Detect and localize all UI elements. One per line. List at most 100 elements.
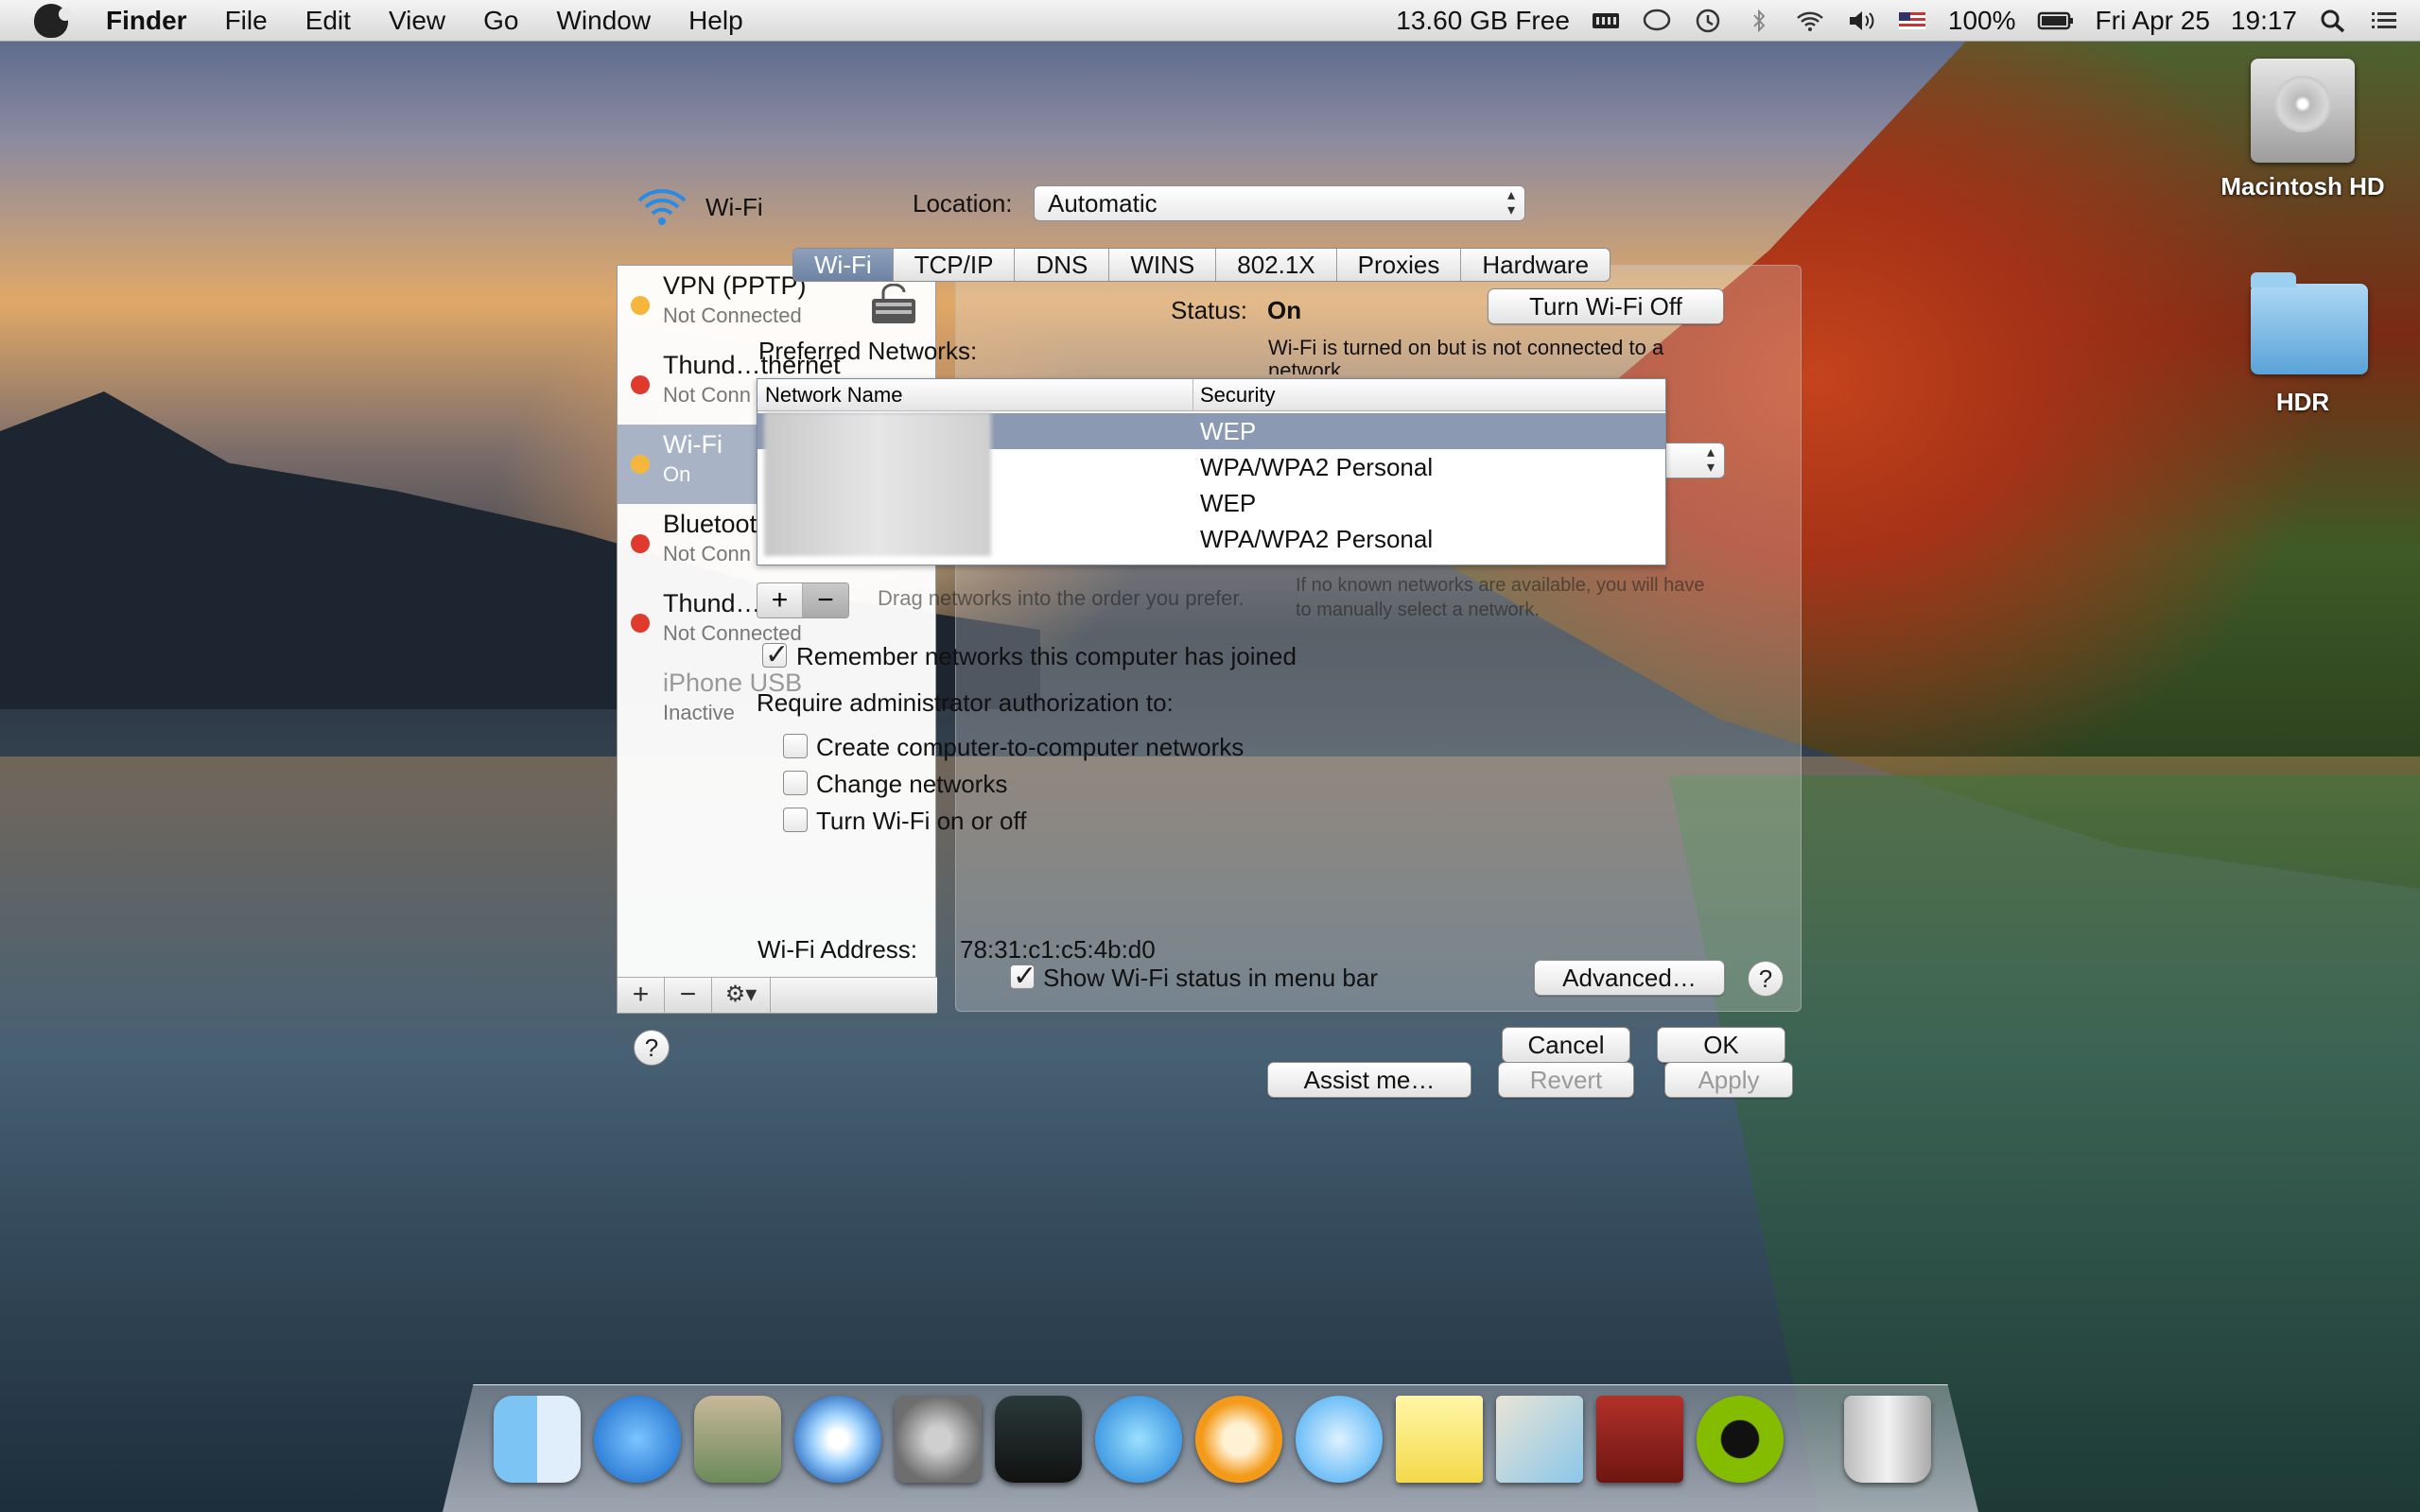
maps-icon[interactable] — [1496, 1396, 1583, 1483]
tab-dns[interactable]: DNS — [1015, 249, 1110, 281]
location-popup[interactable]: Automatic ▴ ▾ — [1034, 185, 1525, 221]
gear-icon[interactable]: ⚙▾ — [712, 978, 771, 1014]
wifi-status-icon[interactable] — [1795, 9, 1825, 33]
messages-status-icon[interactable] — [1642, 9, 1672, 33]
tab-bar: Wi-Fi TCP/IP DNS WINS 802.1X Proxies Har… — [792, 248, 1611, 282]
service-state: Inactive — [663, 701, 735, 724]
spotlight-icon[interactable] — [2318, 9, 2348, 33]
service-name: Thund… — [663, 589, 761, 617]
popup-arrows-icon: ▴ ▾ — [1706, 444, 1715, 476]
assist-me-button[interactable]: Assist me… — [1267, 1062, 1471, 1098]
change-networks-checkbox[interactable] — [783, 771, 808, 795]
menu-view[interactable]: View — [370, 6, 464, 36]
remove-network-button[interactable]: − — [803, 583, 848, 617]
service-title: Wi-Fi — [705, 193, 763, 221]
bluetooth-icon[interactable] — [1744, 9, 1774, 33]
create-networks-label: Create computer-to-computer networks — [816, 733, 1245, 761]
show-wifi-status-checkbox[interactable] — [1010, 960, 1036, 993]
service-state: Not Conn — [663, 383, 751, 407]
service-name: VPN (PPTP) — [663, 271, 807, 300]
ok-button[interactable]: OK — [1657, 1027, 1785, 1063]
itunes-icon[interactable] — [1095, 1396, 1182, 1483]
status-dot-icon — [631, 296, 650, 315]
menu-help[interactable]: Help — [670, 6, 762, 36]
add-network-button[interactable]: + — [757, 583, 803, 617]
show-wifi-status-label: Show Wi-Fi status in menu bar — [1043, 964, 1379, 992]
stickies-icon[interactable] — [1396, 1396, 1483, 1483]
service-state: On — [663, 462, 691, 486]
status-value: On — [1267, 296, 1302, 324]
turn-wifi-off-button[interactable]: Turn Wi-Fi Off — [1488, 288, 1724, 324]
apple-menu-icon[interactable] — [34, 3, 72, 38]
tab-8021x[interactable]: 802.1X — [1216, 249, 1337, 281]
menu-app-name[interactable]: Finder — [87, 6, 206, 36]
tab-wifi[interactable]: Wi-Fi — [793, 249, 894, 281]
redacted-network-names — [764, 412, 991, 556]
table-header: Network Name Security — [757, 379, 1665, 411]
status-dot-icon — [631, 614, 650, 633]
spotify-icon[interactable] — [1697, 1396, 1784, 1483]
time-machine-icon[interactable] — [1693, 9, 1723, 33]
clock-time[interactable]: 19:17 — [2231, 6, 2297, 36]
status-description: Wi-Fi is turned on but is not connected … — [1268, 337, 1664, 374]
desktop-icon-label: Macintosh HD — [2220, 172, 2385, 200]
cancel-button[interactable]: Cancel — [1502, 1027, 1630, 1063]
desktop-icon-hdr[interactable]: HDR — [2251, 272, 2368, 417]
preferred-networks-label: Preferred Networks: — [758, 337, 978, 365]
app-store-icon[interactable] — [594, 1396, 681, 1483]
service-state: Not Conn — [663, 542, 751, 565]
dictionary-icon[interactable] — [1596, 1396, 1683, 1483]
preview-icon[interactable] — [694, 1396, 781, 1483]
ibooks-icon[interactable] — [1195, 1396, 1282, 1483]
column-network-name[interactable]: Network Name — [765, 383, 902, 408]
tab-tcpip[interactable]: TCP/IP — [894, 249, 1016, 281]
battery-icon[interactable] — [2037, 9, 2075, 33]
service-list-controls: + − ⚙▾ — [618, 977, 937, 1014]
finder-icon[interactable] — [494, 1396, 581, 1483]
remove-service-button[interactable]: − — [665, 978, 712, 1014]
desktop-icon-macintosh-hd[interactable]: Macintosh HD — [2213, 59, 2393, 201]
memory-icon[interactable] — [1591, 9, 1621, 33]
change-networks-label: Change networks — [816, 770, 1008, 798]
popup-arrows-icon: ▴ ▾ — [1506, 187, 1515, 218]
clock-date[interactable]: Fri Apr 25 — [2096, 6, 2210, 36]
menu-edit[interactable]: Edit — [287, 6, 370, 36]
free-space-text[interactable]: 13.60 GB Free — [1396, 6, 1570, 36]
help-button[interactable]: ? — [1748, 961, 1784, 997]
add-service-button[interactable]: + — [618, 978, 665, 1014]
wifi-address-label: Wi-Fi Address: — [757, 935, 918, 964]
settings-panel — [955, 265, 1802, 1012]
tab-wins[interactable]: WINS — [1109, 249, 1217, 281]
status-dot-icon — [631, 534, 650, 553]
trash-icon[interactable] — [1844, 1396, 1931, 1483]
activity-monitor-icon[interactable] — [995, 1396, 1082, 1483]
menu-file[interactable]: File — [206, 6, 287, 36]
hard-drive-icon — [2251, 59, 2355, 163]
volume-icon[interactable] — [1846, 9, 1876, 33]
turn-wifi-checkbox[interactable] — [783, 808, 808, 832]
security-cell: WEP — [1200, 417, 1257, 445]
service-name: Bluetoot — [663, 510, 757, 538]
system-preferences-icon[interactable] — [895, 1396, 982, 1483]
tab-hardware[interactable]: Hardware — [1461, 249, 1610, 281]
menu-window[interactable]: Window — [537, 6, 670, 36]
drag-hint-text: Drag networks into the order you prefer. — [878, 586, 1245, 610]
messages-icon[interactable] — [1296, 1396, 1383, 1483]
status-dot-icon — [631, 375, 650, 394]
tab-proxies[interactable]: Proxies — [1337, 249, 1462, 281]
remember-networks-checkbox[interactable] — [762, 638, 789, 671]
advanced-button[interactable]: Advanced… — [1534, 960, 1725, 996]
notification-center-icon[interactable] — [2369, 9, 2399, 33]
wifi-icon — [637, 189, 687, 225]
battery-percent[interactable]: 100% — [1948, 6, 2016, 36]
safari-icon[interactable] — [794, 1396, 881, 1483]
help-button-assist[interactable]: ? — [634, 1030, 670, 1066]
apply-button[interactable]: Apply — [1664, 1062, 1793, 1098]
menu-go[interactable]: Go — [464, 6, 537, 36]
revert-button[interactable]: Revert — [1498, 1062, 1634, 1098]
us-flag-icon[interactable] — [1897, 9, 1927, 33]
create-networks-checkbox[interactable] — [783, 734, 808, 758]
network-list-controls: + − — [757, 582, 849, 618]
column-security[interactable]: Security — [1200, 383, 1275, 408]
lock-icon — [872, 284, 915, 323]
